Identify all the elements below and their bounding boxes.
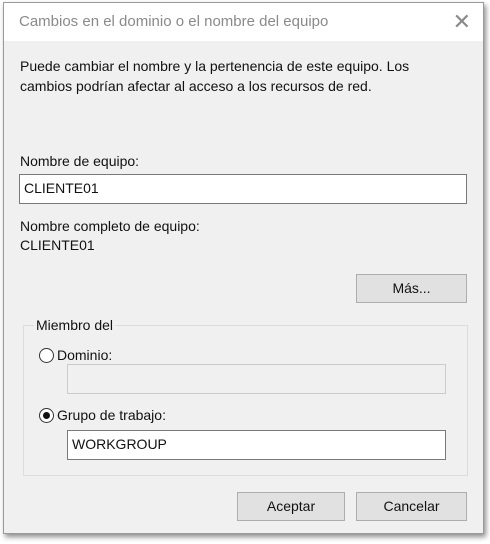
dialog-title: Cambios en el dominio o el nombre del eq… bbox=[19, 13, 329, 30]
description-line-1: Puede cambiar el nombre y la pertenencia… bbox=[20, 58, 410, 74]
full-name-label: Nombre completo de equipo: bbox=[20, 218, 200, 234]
close-icon[interactable]: ✕ bbox=[453, 9, 471, 35]
member-of-group: Miembro del Dominio: Grupo de trabajo: W… bbox=[23, 317, 468, 476]
description-line-2: cambios podrían afectar al acceso a los … bbox=[20, 78, 372, 94]
computer-name-input[interactable]: CLIENTE01 bbox=[19, 174, 467, 204]
cancel-button[interactable]: Cancelar bbox=[356, 492, 467, 521]
domain-label: Dominio: bbox=[57, 347, 113, 363]
full-name-value: CLIENTE01 bbox=[20, 237, 95, 253]
ok-button[interactable]: Aceptar bbox=[237, 492, 345, 521]
member-of-legend: Miembro del bbox=[34, 317, 116, 333]
workgroup-input[interactable]: WORKGROUP bbox=[67, 430, 446, 460]
domain-input[interactable] bbox=[67, 364, 446, 394]
title-bar: Cambios en el dominio o el nombre del eq… bbox=[4, 3, 483, 41]
computer-name-label: Nombre de equipo: bbox=[20, 153, 140, 169]
workgroup-radio[interactable] bbox=[39, 408, 54, 423]
workgroup-label: Grupo de trabajo: bbox=[57, 407, 166, 423]
domain-radio[interactable] bbox=[39, 348, 54, 363]
more-button[interactable]: Más... bbox=[356, 274, 467, 303]
computer-name-dialog: Cambios en el dominio o el nombre del eq… bbox=[3, 2, 484, 534]
